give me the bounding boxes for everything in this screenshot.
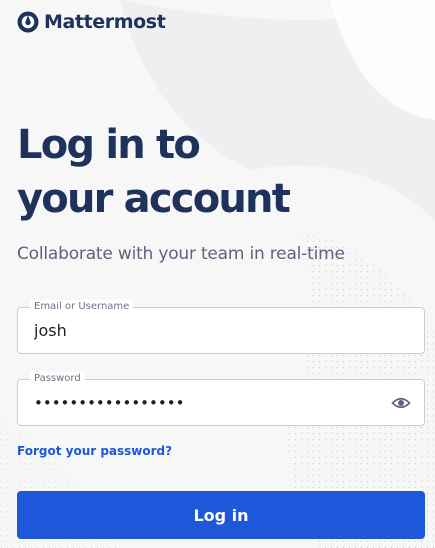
login-page: Mattermost Log in to your account Collab…: [0, 0, 435, 548]
page-title: Log in to your account: [17, 118, 291, 226]
page-title-line-2: your account: [17, 176, 291, 222]
mattermost-logo-icon: [17, 11, 39, 33]
page-subtitle: Collaborate with your team in real-time: [17, 244, 345, 264]
password-field[interactable]: Password: [17, 372, 425, 426]
login-button[interactable]: Log in: [17, 491, 425, 539]
email-input[interactable]: [34, 308, 374, 353]
page-title-line-1: Log in to: [17, 122, 201, 168]
brand-logo[interactable]: Mattermost: [17, 11, 166, 33]
password-input[interactable]: [34, 380, 374, 425]
forgot-password-link[interactable]: Forgot your password?: [17, 443, 172, 459]
email-field[interactable]: Email or Username: [17, 300, 425, 354]
eye-icon[interactable]: [391, 394, 411, 412]
brand-name: Mattermost: [44, 11, 166, 33]
